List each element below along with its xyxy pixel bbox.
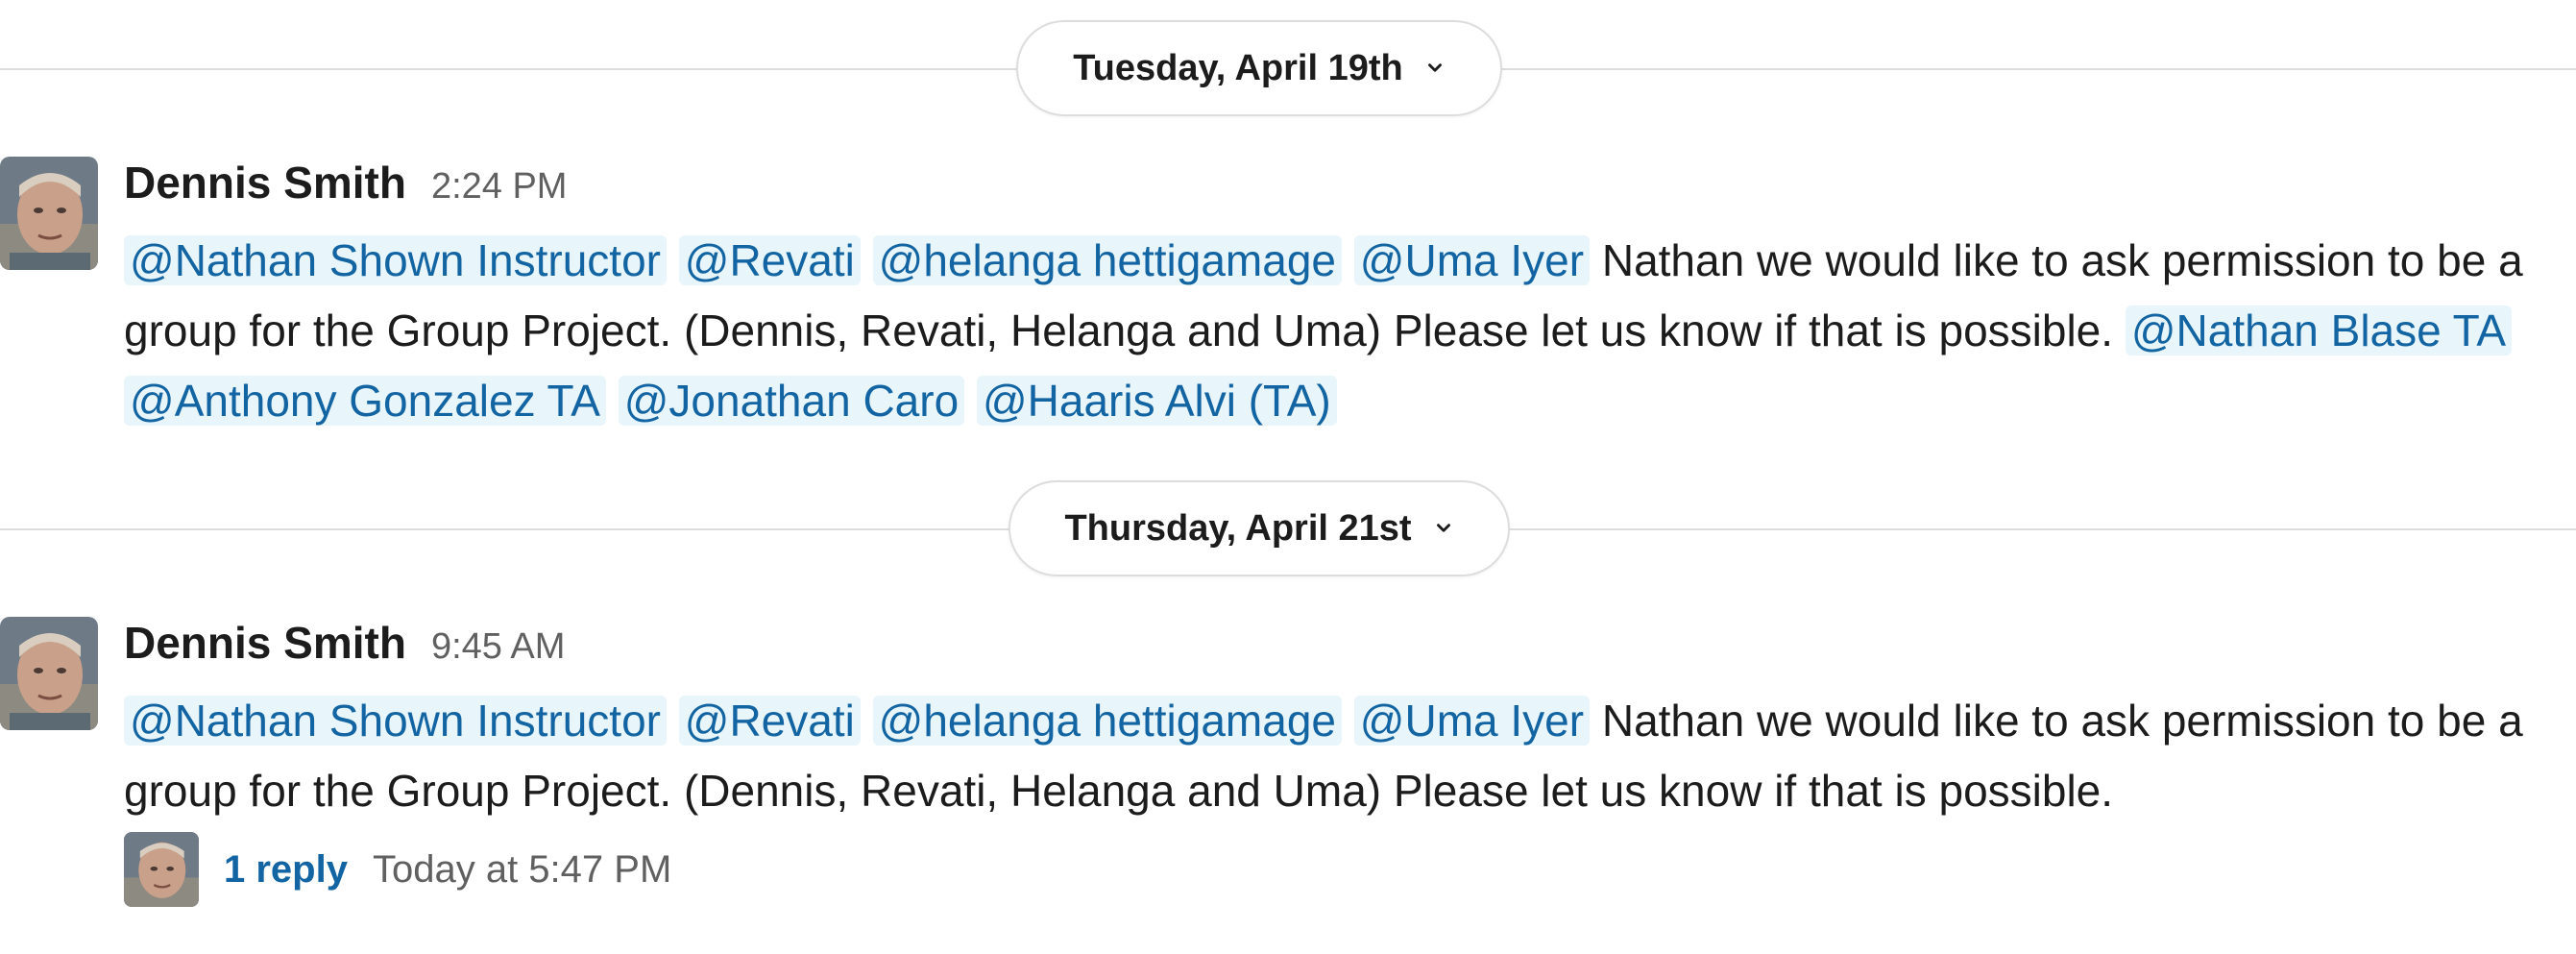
date-divider: Tuesday, April 19th <box>0 20 2576 116</box>
mention-link[interactable]: @Nathan Blase TA <box>2125 306 2513 355</box>
mention-link[interactable]: @Haaris Alvi (TA) <box>976 376 1337 426</box>
reply-avatar <box>124 832 199 907</box>
mention-link[interactable]: @helanga hettigamage <box>872 696 1342 746</box>
avatar[interactable] <box>0 617 98 730</box>
mention-link[interactable]: @Nathan Shown Instructor <box>124 235 667 285</box>
message-timestamp[interactable]: 9:45 AM <box>431 626 565 668</box>
date-divider: Thursday, April 21st <box>0 480 2576 576</box>
date-jump-button[interactable]: Thursday, April 21st <box>1009 480 1510 576</box>
author-name[interactable]: Dennis Smith <box>124 157 406 208</box>
mention-link[interactable]: @Revati <box>678 235 861 285</box>
chevron-down-icon <box>1427 63 1442 72</box>
date-label: Tuesday, April 19th <box>1073 47 1403 88</box>
mention-link[interactable]: @helanga hettigamage <box>872 235 1342 285</box>
mention-link[interactable]: @Revati <box>678 696 861 746</box>
author-name[interactable]: Dennis Smith <box>124 617 406 669</box>
message-text: @Nathan Shown Instructor @Revati @helang… <box>124 226 2554 436</box>
mention-link[interactable]: @Nathan Shown Instructor <box>124 696 667 746</box>
reply-count-link[interactable]: 1 reply <box>224 848 348 892</box>
date-label: Thursday, April 21st <box>1064 507 1412 549</box>
mention-link[interactable]: @Jonathan Caro <box>618 376 965 426</box>
mention-link[interactable]: @Uma Iyer <box>1353 235 1591 285</box>
date-jump-button[interactable]: Tuesday, April 19th <box>1016 20 1502 116</box>
chevron-down-icon <box>1436 524 1450 532</box>
mention-link[interactable]: @Anthony Gonzalez TA <box>124 376 606 426</box>
message-timestamp[interactable]: 2:24 PM <box>431 166 568 208</box>
avatar[interactable] <box>0 157 98 270</box>
last-reply-time: Today at 5:47 PM <box>372 847 672 891</box>
mention-link[interactable]: @Uma Iyer <box>1353 696 1591 746</box>
message-pane: Tuesday, April 19th Dennis Smith 2:24 PM… <box>0 0 2576 954</box>
message-text: @Nathan Shown Instructor @Revati @helang… <box>124 686 2554 826</box>
thread-replies-bar[interactable]: 1 reply Today at 5:47 PM <box>124 832 671 907</box>
